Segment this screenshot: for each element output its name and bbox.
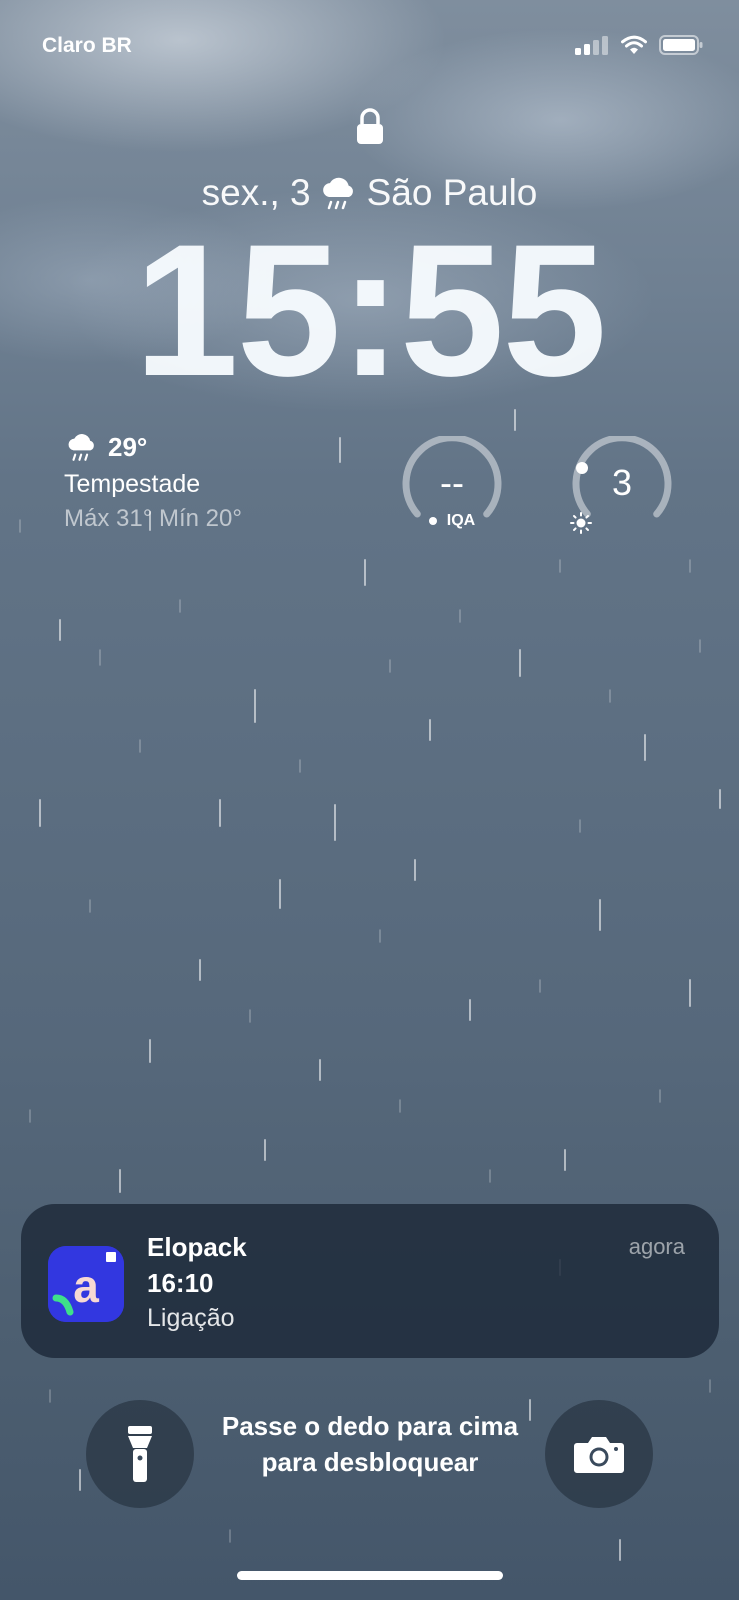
aqi-dot-icon xyxy=(428,516,437,525)
elopack-app-icon: a xyxy=(48,1246,124,1322)
weather-temperature: 29° xyxy=(108,431,148,462)
flashlight-icon xyxy=(128,1426,152,1482)
wifi-icon xyxy=(621,35,647,54)
flashlight-button[interactable] xyxy=(86,1400,194,1508)
rain-cloud-icon xyxy=(68,434,94,461)
sun-icon xyxy=(570,512,592,534)
weather-range: Máx 31° Mín 20° xyxy=(64,505,242,532)
carrier-label: Claro BR xyxy=(42,34,132,57)
weather-condition: Tempestade xyxy=(64,470,201,498)
svg-text:a: a xyxy=(73,1260,99,1312)
battery-icon xyxy=(659,35,703,55)
notification-card[interactable]: a Elopack agora 16:10 Ligação xyxy=(21,1204,719,1358)
notification-subtitle: 16:10 xyxy=(147,1268,214,1298)
lock-icon xyxy=(357,108,383,144)
aqi-widget[interactable]: -- IQA xyxy=(400,436,504,536)
notification-body: Ligação xyxy=(147,1304,235,1332)
camera-icon xyxy=(574,1437,624,1473)
notification-time: agora xyxy=(628,1234,685,1259)
lock-clock: 15:55 xyxy=(134,205,607,415)
uv-widget[interactable]: 3 xyxy=(570,436,674,536)
weather-temp-row: 29° xyxy=(64,430,242,464)
unlock-hint: Passe o dedo para cima para desbloquear xyxy=(221,1411,519,1477)
home-indicator[interactable] xyxy=(237,1571,503,1580)
aqi-label: IQA xyxy=(400,512,504,530)
aqi-value: -- xyxy=(440,462,464,503)
notification-app-name: Elopack xyxy=(147,1232,247,1262)
status-icons xyxy=(575,34,703,56)
uv-value: 3 xyxy=(611,462,633,503)
camera-button[interactable] xyxy=(545,1400,653,1508)
signal-icon xyxy=(575,36,608,55)
weather-widget[interactable]: 29° Tempestade Máx 31° Mín 20° xyxy=(64,430,242,533)
elopack-logo-icon: a xyxy=(48,1246,124,1322)
status-bar: Claro BR xyxy=(0,30,739,60)
